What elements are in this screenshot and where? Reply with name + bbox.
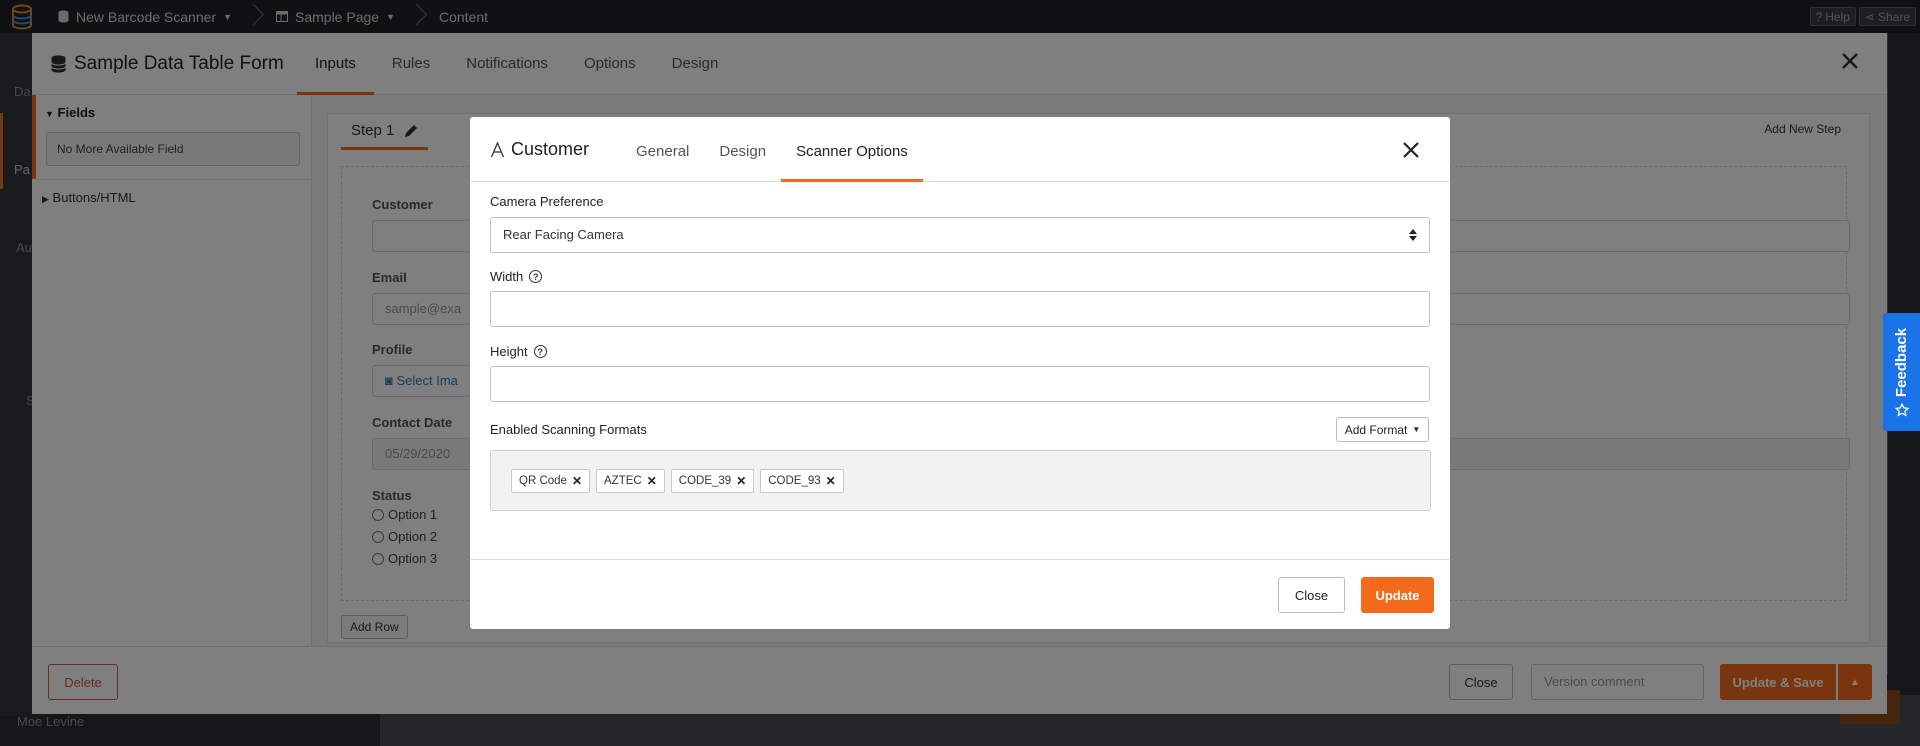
dialog-footer: Close Update: [470, 559, 1450, 629]
remove-icon[interactable]: ✕: [826, 474, 836, 488]
dialog-title: Customer: [490, 139, 589, 160]
tab-design[interactable]: Design: [704, 117, 781, 182]
scanning-formats-label: Enabled Scanning Formats: [490, 422, 647, 437]
dialog-close-button[interactable]: Close: [1278, 577, 1345, 613]
width-input[interactable]: [490, 291, 1430, 327]
remove-icon[interactable]: ✕: [572, 474, 582, 488]
height-label: Height ?: [490, 344, 547, 359]
close-icon[interactable]: [1402, 141, 1420, 159]
formats-tag-list[interactable]: QR Code ✕ AZTEC ✕ CODE_39 ✕ CODE_93 ✕: [490, 450, 1431, 511]
format-tag: CODE_93 ✕: [760, 468, 844, 493]
format-tag: AZTEC ✕: [596, 468, 665, 493]
camera-preference-select[interactable]: Rear Facing Camera: [490, 217, 1430, 253]
help-icon[interactable]: ?: [529, 270, 543, 283]
feedback-tab[interactable]: Feedback: [1883, 313, 1920, 431]
text-field-icon: [490, 141, 505, 157]
remove-icon[interactable]: ✕: [647, 474, 657, 488]
format-tag: QR Code ✕: [511, 468, 590, 493]
add-format-button[interactable]: Add Format ▼: [1336, 417, 1429, 442]
caret-down-icon: ▼: [1412, 425, 1421, 434]
sort-arrows-icon: [1409, 229, 1417, 241]
tab-scanner-options[interactable]: Scanner Options: [781, 117, 923, 182]
dialog-header: Customer General Design Scanner Options: [470, 117, 1450, 182]
remove-icon[interactable]: ✕: [736, 474, 746, 488]
camera-preference-label: Camera Preference: [490, 194, 604, 209]
help-icon[interactable]: ?: [533, 345, 547, 358]
customer-dialog: Customer General Design Scanner Options …: [470, 117, 1450, 629]
height-input[interactable]: [490, 366, 1430, 402]
width-label: Width ?: [490, 269, 543, 284]
star-icon: [1894, 402, 1909, 417]
tab-general[interactable]: General: [621, 117, 704, 182]
dialog-update-button[interactable]: Update: [1361, 577, 1434, 613]
format-tag: CODE_39 ✕: [670, 468, 755, 493]
